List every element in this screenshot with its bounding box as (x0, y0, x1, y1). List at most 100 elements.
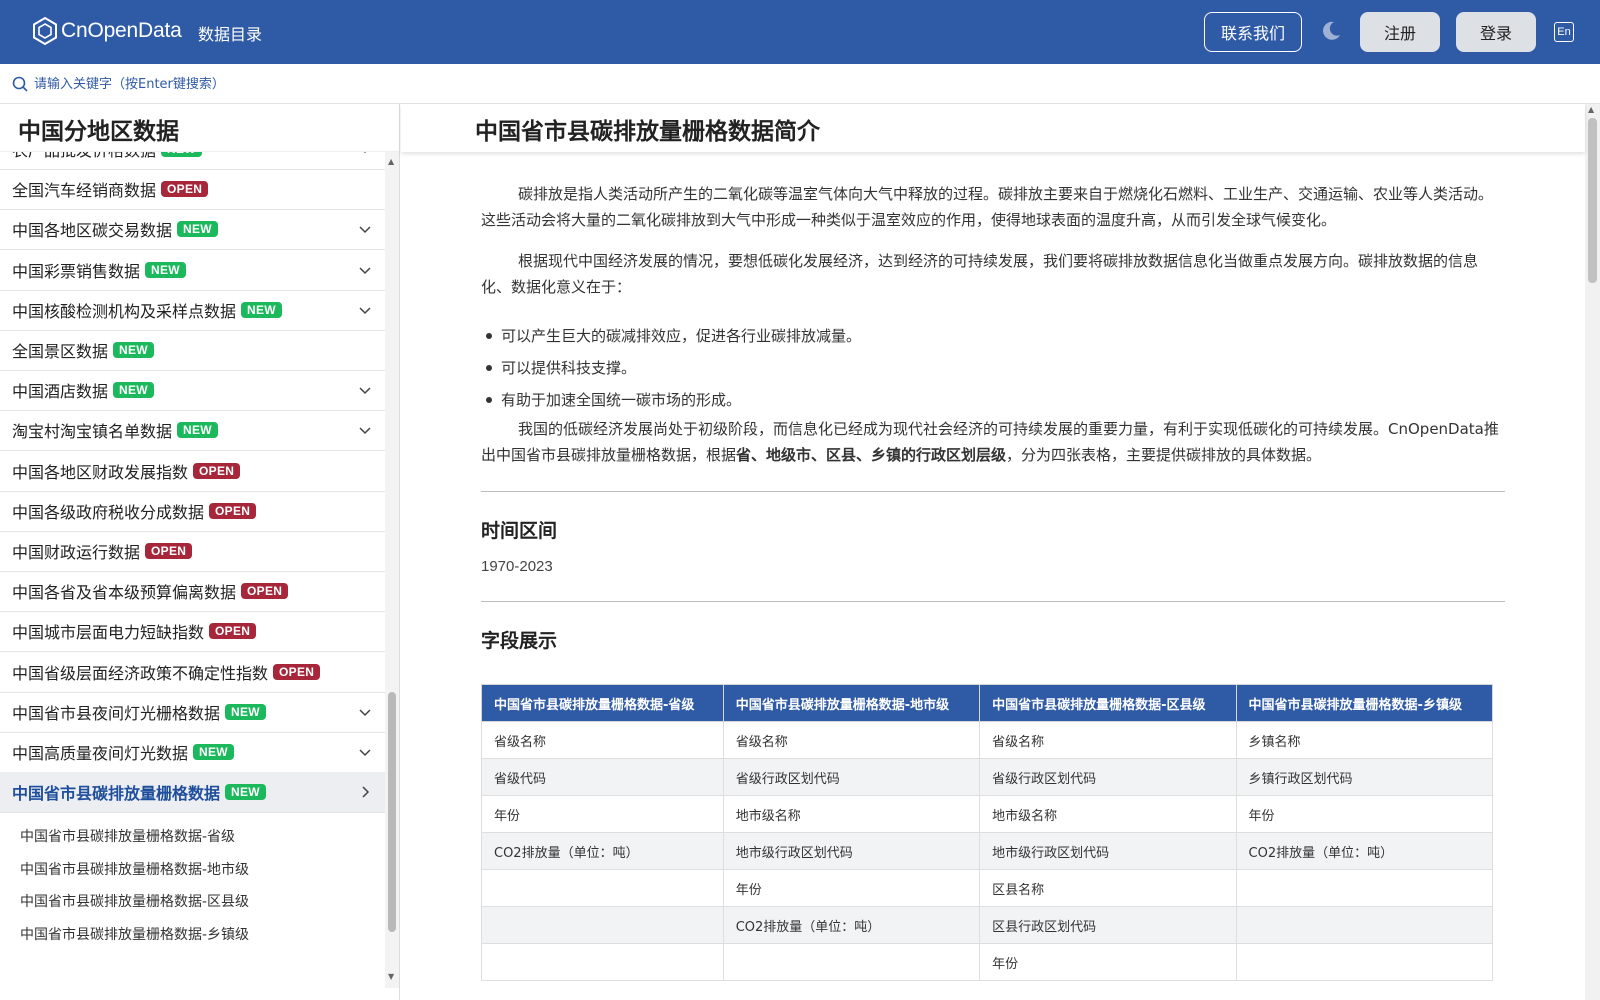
sidebar-item[interactable]: 中国各地区碳交易数据 NEW (0, 209, 385, 251)
new-badge: NEW (225, 784, 266, 801)
sidebar-item-label: 中国各省及省本级预算偏离数据 (12, 583, 237, 603)
scrollbar-thumb[interactable] (388, 692, 396, 932)
table-cell: 省级代码 (481, 758, 724, 796)
sidebar-item[interactable]: 中国彩票销售数据 NEW (0, 250, 385, 291)
main-title-bar: 中国省市县碳排放量栅格数据简介 (401, 104, 1585, 152)
page-title: 中国省市县碳排放量栅格数据简介 (475, 119, 820, 145)
table-cell: 区县名称 (979, 869, 1237, 907)
chevron-down-icon[interactable] (357, 422, 373, 438)
sidebar-item-label: 中国各级政府税收分成数据 (12, 502, 205, 522)
logo-text: CnOpenData (61, 19, 182, 42)
scroll-up-arrow-icon[interactable]: ▲ (388, 157, 394, 166)
sidebar-sub-item[interactable]: 中国省市县碳排放量栅格数据-省级 (20, 826, 235, 846)
main-scrollbar[interactable]: ▲ (1585, 104, 1600, 1000)
table-header-cell: 中国省市县碳排放量栅格数据-地市级 (722, 684, 981, 722)
scrollbar-thumb[interactable] (1588, 118, 1597, 283)
sidebar-item-label: 中国彩票销售数据 (12, 261, 141, 281)
sidebar-item-label: 全国汽车经销商数据 (12, 181, 157, 201)
sidebar-item[interactable]: 中国各地区财政发展指数 OPEN (0, 451, 385, 492)
sidebar-title: 中国分地区数据 (0, 104, 399, 152)
sidebar-item-label: 中国高质量夜间灯光数据 (12, 744, 189, 763)
sidebar-item-label: 中国省市县夜间灯光栅格数据 (12, 703, 221, 723)
chevron-down-icon[interactable] (357, 152, 373, 157)
sidebar-item[interactable]: 中国酒店数据 NEW (0, 370, 385, 412)
new-badge: NEW (193, 744, 234, 760)
open-badge: OPEN (193, 462, 241, 479)
para3-bold-text: 省、地级市、区县、乡镇的行政区划层级 (736, 446, 1007, 464)
table-row: 年份 区县名称 (481, 869, 1494, 907)
sidebar-item[interactable]: 中国省级层面经济政策不确定性指数 OPEN (0, 652, 385, 693)
nav-data-catalog[interactable]: 数据目录 (198, 21, 262, 45)
sidebar-sub-item[interactable]: 中国省市县碳排放量栅格数据-区县级 (20, 891, 249, 911)
sidebar-item-label: 全国景区数据 (12, 342, 109, 361)
language-toggle[interactable]: En (1554, 22, 1574, 42)
intro-paragraph-3: 我国的低碳经济发展尚处于初级阶段，而信息化已经成为现代社会经济的可持续发展的重要… (481, 416, 1501, 468)
sidebar-item-label: 农产品批发价格数据 (12, 152, 156, 161)
sidebar-item[interactable]: 农产品批发价格数据 NEW (0, 152, 385, 170)
sidebar-scrollbar[interactable]: ▲ ▼ (385, 152, 399, 988)
table-cell (1235, 943, 1494, 981)
table-cell (481, 906, 724, 944)
table-header-row: 中国省市县碳排放量栅格数据-省级 中国省市县碳排放量栅格数据-地市级 中国省市县碳排… (481, 684, 1494, 722)
logo[interactable]: CnOpenData (32, 16, 182, 46)
contact-us-button[interactable]: 联系我们 (1204, 12, 1302, 52)
table-cell (722, 943, 981, 981)
dark-mode-moon-icon[interactable] (1320, 20, 1342, 42)
sidebar-item[interactable]: 中国省市县夜间灯光栅格数据 NEW (0, 692, 385, 733)
sidebar-item[interactable]: 淘宝村淘宝镇名单数据 NEW (0, 410, 385, 452)
register-button[interactable]: 注册 (1360, 12, 1440, 52)
sidebar-item[interactable]: 中国高质量夜间灯光数据 NEW (0, 732, 385, 773)
sidebar: 中国分地区数据 农产品批发价格数据NEW全国汽车经销商数据OPEN中国各地区碳交… (0, 104, 400, 1000)
search-icon (12, 76, 28, 92)
sidebar-sub-item[interactable]: 中国省市县碳排放量栅格数据-乡镇级 (20, 924, 249, 944)
sidebar-item[interactable]: 中国省市县碳排放量栅格数据 NEW (0, 772, 385, 814)
login-button[interactable]: 登录 (1456, 12, 1536, 52)
chevron-down-icon[interactable] (357, 382, 373, 398)
table-cell: 地市级名称 (722, 795, 981, 833)
top-navbar: CnOpenData 数据目录 联系我们 注册 登录 En (0, 0, 1600, 64)
new-badge: NEW (225, 703, 266, 720)
table-cell: 地市级行政区划代码 (979, 832, 1237, 870)
table-cell: 乡镇名称 (1235, 721, 1494, 759)
sidebar-item-label: 中国各地区碳交易数据 (12, 221, 173, 241)
chevron-down-icon[interactable] (357, 704, 373, 720)
table-cell: 区县行政区划代码 (979, 906, 1237, 944)
sidebar-item[interactable]: 中国核酸检测机构及采样点数据 NEW (0, 290, 385, 331)
chevron-down-icon[interactable] (357, 302, 373, 318)
bullet-item: 有助于加速全国统一碳市场的形成。 (481, 384, 1481, 416)
new-badge: NEW (145, 261, 186, 278)
chevron-down-icon[interactable] (357, 744, 373, 760)
bullet-list: 可以产生巨大的碳减排效应，促进各行业碳排放减量。 可以提供科技支撑。 有助于加速全国… (481, 320, 1481, 416)
scroll-down-arrow-icon[interactable]: ▼ (388, 972, 394, 981)
open-badge: OPEN (209, 623, 257, 640)
table-row: 省级名称 省级名称 省级名称 乡镇名称 (481, 721, 1494, 759)
open-badge: OPEN (209, 502, 257, 519)
table-cell: 省级行政区划代码 (979, 758, 1237, 796)
sidebar-sub-item[interactable]: 中国省市县碳排放量栅格数据-地市级 (20, 859, 249, 879)
sidebar-item[interactable]: 全国景区数据 NEW (0, 330, 385, 371)
sidebar-list: 农产品批发价格数据NEW全国汽车经销商数据OPEN中国各地区碳交易数据NEW中国… (0, 152, 385, 988)
chevron-right-icon[interactable] (357, 784, 373, 800)
sidebar-item-label: 中国城市层面电力短缺指数 (12, 623, 205, 643)
chevron-down-icon[interactable] (357, 221, 373, 237)
table-row: 年份 地市级名称 地市级名称 年份 (481, 795, 1494, 833)
open-badge: OPEN (161, 181, 209, 198)
new-badge: NEW (113, 382, 154, 399)
scroll-up-arrow-icon[interactable]: ▲ (1588, 105, 1594, 114)
new-badge: NEW (177, 422, 218, 439)
sidebar-item-label: 中国核酸检测机构及采样点数据 (12, 301, 237, 321)
sidebar-item-label: 中国财政运行数据 (12, 543, 141, 562)
sidebar-item[interactable]: 全国汽车经销商数据 OPEN (0, 169, 385, 211)
table-cell: 省级名称 (722, 721, 981, 759)
search-input[interactable] (34, 73, 434, 95)
table-cell (481, 943, 724, 981)
intro-paragraph-2: 根据现代中国经济发展的情况，要想低碳化发展经济，达到经济的可持续发展，我们要将碳… (481, 252, 1479, 296)
search-bar (0, 64, 1600, 104)
sidebar-item[interactable]: 中国财政运行数据 OPEN (0, 531, 385, 572)
chevron-down-icon[interactable] (357, 262, 373, 278)
sidebar-item[interactable]: 中国城市层面电力短缺指数 OPEN (0, 611, 385, 653)
sidebar-item[interactable]: 中国各级政府税收分成数据 OPEN (0, 491, 385, 532)
sidebar-item[interactable]: 中国各省及省本级预算偏离数据 OPEN (0, 571, 385, 613)
table-cell: 省级名称 (481, 721, 724, 759)
table-cell: CO2排放量（单位：吨） (1235, 832, 1494, 870)
